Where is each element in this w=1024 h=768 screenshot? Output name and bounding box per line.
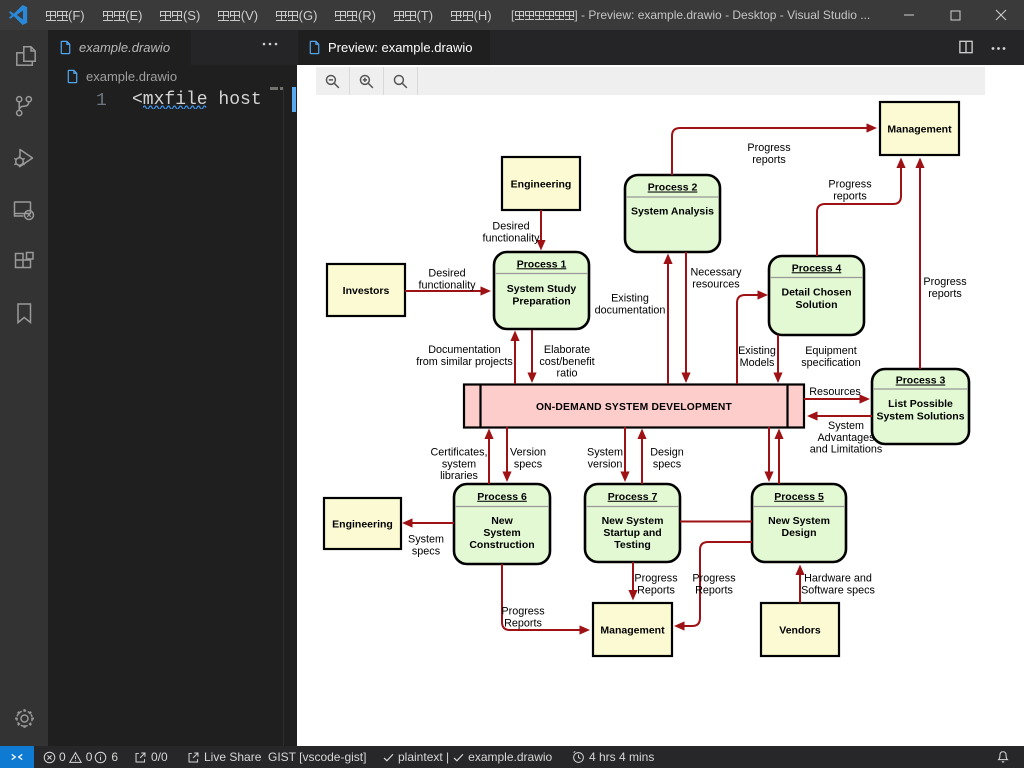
- svg-text:System: System: [483, 527, 520, 539]
- svg-text:Elaborate: Elaborate: [544, 344, 590, 356]
- svg-text:Preparation: Preparation: [512, 296, 570, 308]
- svg-text:Process 1: Process 1: [517, 258, 567, 270]
- svg-text:version: version: [588, 458, 623, 470]
- svg-text:Solution: Solution: [796, 299, 838, 311]
- svg-text:resources: resources: [692, 278, 740, 290]
- svg-text:Process 7: Process 7: [608, 491, 658, 503]
- svg-text:specification: specification: [801, 357, 860, 369]
- svg-text:New: New: [491, 515, 513, 527]
- svg-text:System Solutions: System Solutions: [876, 411, 964, 423]
- svg-text:functionality: functionality: [482, 232, 540, 244]
- svg-text:Design: Design: [650, 447, 684, 459]
- svg-text:system: system: [442, 458, 476, 470]
- svg-text:Detail Chosen: Detail Chosen: [781, 287, 851, 299]
- svg-text:Vendors: Vendors: [779, 625, 821, 637]
- svg-text:Progress: Progress: [747, 142, 791, 154]
- svg-text:Existing: Existing: [611, 293, 649, 305]
- svg-text:System Study: System Study: [507, 283, 577, 295]
- svg-text:Engineering: Engineering: [511, 179, 572, 191]
- svg-text:Progress: Progress: [692, 573, 736, 585]
- svg-text:Existing: Existing: [738, 345, 776, 357]
- svg-text:Construction: Construction: [469, 539, 534, 551]
- svg-text:Advantages: Advantages: [817, 432, 875, 444]
- svg-text:specs: specs: [653, 458, 682, 470]
- svg-text:Resources: Resources: [809, 386, 861, 398]
- svg-text:Design: Design: [781, 527, 816, 539]
- svg-text:Startup and: Startup and: [603, 527, 661, 539]
- svg-text:from similar projects: from similar projects: [416, 356, 513, 368]
- svg-text:Progress: Progress: [634, 573, 678, 585]
- svg-text:Reports: Reports: [637, 584, 675, 596]
- svg-text:Progress: Progress: [828, 179, 872, 191]
- svg-text:Process 6: Process 6: [477, 491, 527, 503]
- svg-text:Process 4: Process 4: [792, 262, 842, 274]
- svg-text:libraries: libraries: [440, 470, 478, 482]
- svg-text:Progress: Progress: [501, 606, 545, 618]
- svg-text:reports: reports: [752, 154, 786, 166]
- svg-text:Investors: Investors: [343, 285, 390, 297]
- svg-text:Software specs: Software specs: [801, 584, 875, 596]
- svg-text:Models: Models: [740, 357, 775, 369]
- svg-text:ON-DEMAND SYSTEM DEVELOPMENT: ON-DEMAND SYSTEM DEVELOPMENT: [536, 402, 733, 413]
- svg-text:Documentation: Documentation: [428, 344, 501, 356]
- svg-text:Version: Version: [510, 447, 546, 459]
- svg-text:New System: New System: [768, 515, 830, 527]
- svg-text:Process 5: Process 5: [774, 491, 824, 503]
- svg-text:Hardware and: Hardware and: [804, 573, 872, 585]
- svg-text:Certificates,: Certificates,: [431, 447, 488, 459]
- svg-text:System: System: [828, 420, 864, 432]
- svg-text:specs: specs: [412, 545, 441, 557]
- svg-text:and Limitations: and Limitations: [810, 444, 883, 456]
- svg-text:Reports: Reports: [504, 617, 542, 629]
- svg-text:Equipment: Equipment: [805, 345, 857, 357]
- svg-text:Reports: Reports: [695, 584, 733, 596]
- svg-text:Process 2: Process 2: [648, 182, 698, 194]
- svg-text:specs: specs: [514, 458, 543, 470]
- svg-text:New System: New System: [602, 515, 664, 527]
- svg-text:Desired: Desired: [492, 221, 529, 233]
- svg-text:Testing: Testing: [614, 539, 651, 551]
- svg-text:Desired: Desired: [428, 268, 465, 280]
- svg-text:Management: Management: [600, 625, 665, 637]
- svg-text:Engineering: Engineering: [332, 519, 393, 531]
- svg-text:ratio: ratio: [556, 368, 577, 380]
- svg-text:Progress: Progress: [923, 276, 967, 288]
- svg-text:System: System: [587, 447, 623, 459]
- svg-text:System Analysis: System Analysis: [631, 206, 714, 218]
- svg-text:functionality: functionality: [418, 279, 476, 291]
- svg-text:reports: reports: [833, 190, 867, 202]
- svg-text:Necessary: Necessary: [690, 267, 742, 279]
- svg-text:Management: Management: [887, 124, 952, 136]
- svg-text:reports: reports: [928, 288, 962, 300]
- svg-text:System: System: [408, 534, 444, 546]
- svg-text:documentation: documentation: [595, 304, 666, 316]
- svg-text:Process 3: Process 3: [896, 375, 946, 387]
- svg-text:cost/benefit: cost/benefit: [539, 356, 594, 368]
- svg-text:List Possible: List Possible: [888, 398, 953, 410]
